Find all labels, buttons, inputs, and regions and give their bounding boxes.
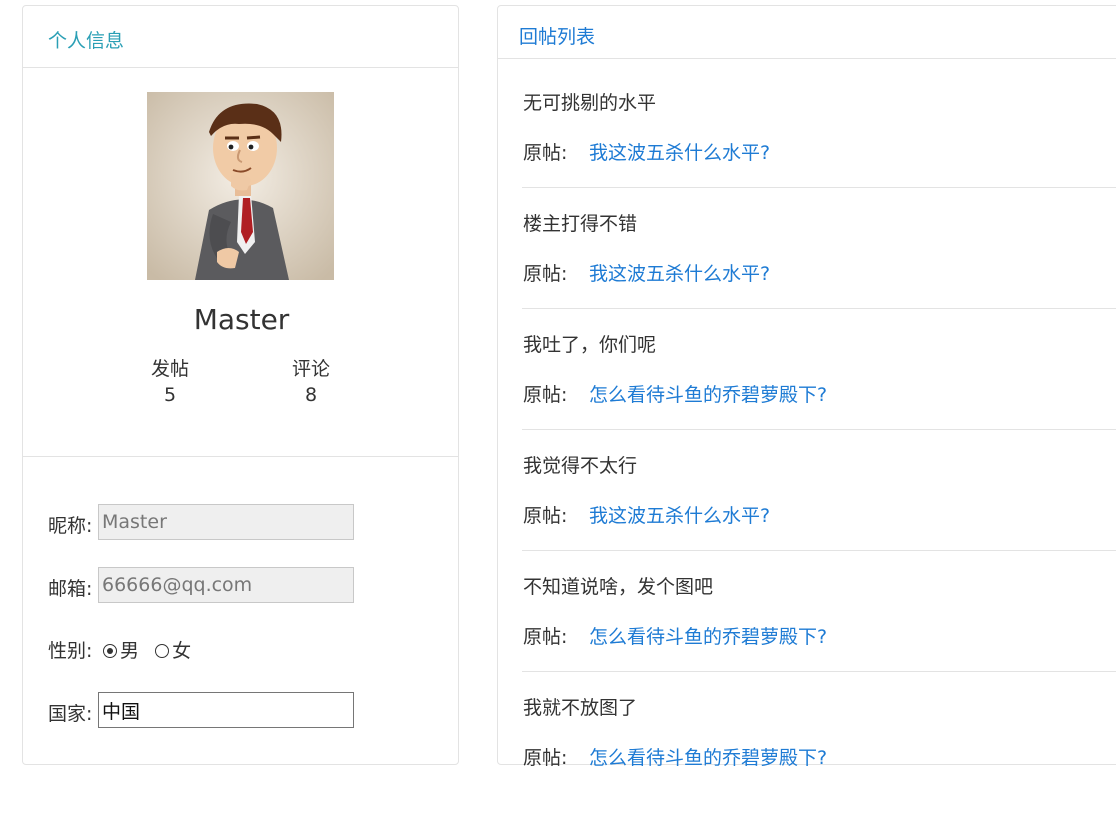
country-field[interactable] <box>98 692 354 728</box>
gender-male-label[interactable]: 男 <box>120 640 139 662</box>
gender-male-radio[interactable] <box>103 644 117 658</box>
reply-content: 不知道说啥，发个图吧 <box>523 576 714 598</box>
reply-divider <box>522 429 1116 430</box>
stat-posts: 发帖 5 <box>130 354 210 406</box>
reply-item: 我就不放图了 原帖: 怎么看待斗鱼的乔碧萝殿下? <box>522 693 1116 814</box>
gender-radio-group: 男 女 <box>103 636 201 663</box>
stat-comments-label: 评论 <box>291 358 330 380</box>
origin-post-link[interactable]: 怎么看待斗鱼的乔碧萝殿下? <box>589 622 827 649</box>
stat-comments-count: 8 <box>304 384 318 406</box>
origin-post-link[interactable]: 怎么看待斗鱼的乔碧萝殿下? <box>589 743 827 770</box>
stat-comments: 评论 8 <box>271 354 351 406</box>
reply-divider <box>522 550 1116 551</box>
origin-post-link[interactable]: 我这波五杀什么水平? <box>589 138 770 165</box>
reply-content: 我觉得不太行 <box>523 455 638 477</box>
profile-panel-title: 个人信息 <box>48 30 125 52</box>
reply-content: 我就不放图了 <box>523 697 638 719</box>
reply-item: 我吐了，你们呢 原帖: 怎么看待斗鱼的乔碧萝殿下? <box>522 330 1116 451</box>
origin-label: 原帖: <box>523 384 568 406</box>
email-label: 邮箱: <box>48 578 93 600</box>
origin-label: 原帖: <box>523 626 568 648</box>
gender-female-radio[interactable] <box>155 644 170 658</box>
replies-panel-title: 回帖列表 <box>519 26 596 48</box>
nickname-label: 昵称: <box>48 515 93 537</box>
stat-posts-count: 5 <box>163 384 177 406</box>
reply-item: 不知道说啥，发个图吧 原帖: 怎么看待斗鱼的乔碧萝殿下? <box>522 572 1116 693</box>
origin-label: 原帖: <box>523 747 568 769</box>
username: Master <box>193 303 290 336</box>
origin-label: 原帖: <box>523 505 568 527</box>
nickname-field[interactable] <box>98 504 354 540</box>
reply-content: 无可挑剔的水平 <box>523 92 657 114</box>
avatar <box>147 92 334 280</box>
reply-item: 楼主打得不错 原帖: 我这波五杀什么水平? <box>522 209 1116 330</box>
profile-divider <box>23 456 458 457</box>
profile-panel-heading: 个人信息 <box>23 6 458 68</box>
reply-divider <box>522 308 1116 309</box>
country-label: 国家: <box>48 703 93 725</box>
replies-panel: 回帖列表 无可挑剔的水平 原帖: 我这波五杀什么水平? 楼主打得不错 原帖: 我… <box>497 5 1116 769</box>
origin-post-link[interactable]: 我这波五杀什么水平? <box>589 501 770 528</box>
gender-female-label[interactable]: 女 <box>172 640 191 662</box>
origin-label: 原帖: <box>523 142 568 164</box>
replies-panel-heading: 回帖列表 <box>498 6 1116 59</box>
profile-panel: 个人信息 Master 发帖 5 评论 8 昵称: Master 邮箱: 666… <box>22 5 459 765</box>
gender-label: 性别: <box>48 640 93 662</box>
email-field[interactable] <box>98 567 354 603</box>
reply-content: 我吐了，你们呢 <box>523 334 657 356</box>
reply-divider <box>522 671 1116 672</box>
origin-post-link[interactable]: 怎么看待斗鱼的乔碧萝殿下? <box>589 380 827 407</box>
reply-content: 楼主打得不错 <box>523 213 638 235</box>
reply-item: 我觉得不太行 原帖: 我这波五杀什么水平? <box>522 451 1116 572</box>
origin-label: 原帖: <box>523 263 568 285</box>
reply-item: 无可挑剔的水平 原帖: 我这波五杀什么水平? <box>522 88 1116 209</box>
origin-post-link[interactable]: 我这波五杀什么水平? <box>589 259 770 286</box>
stat-posts-label: 发帖 <box>150 358 189 380</box>
reply-divider <box>522 187 1116 188</box>
